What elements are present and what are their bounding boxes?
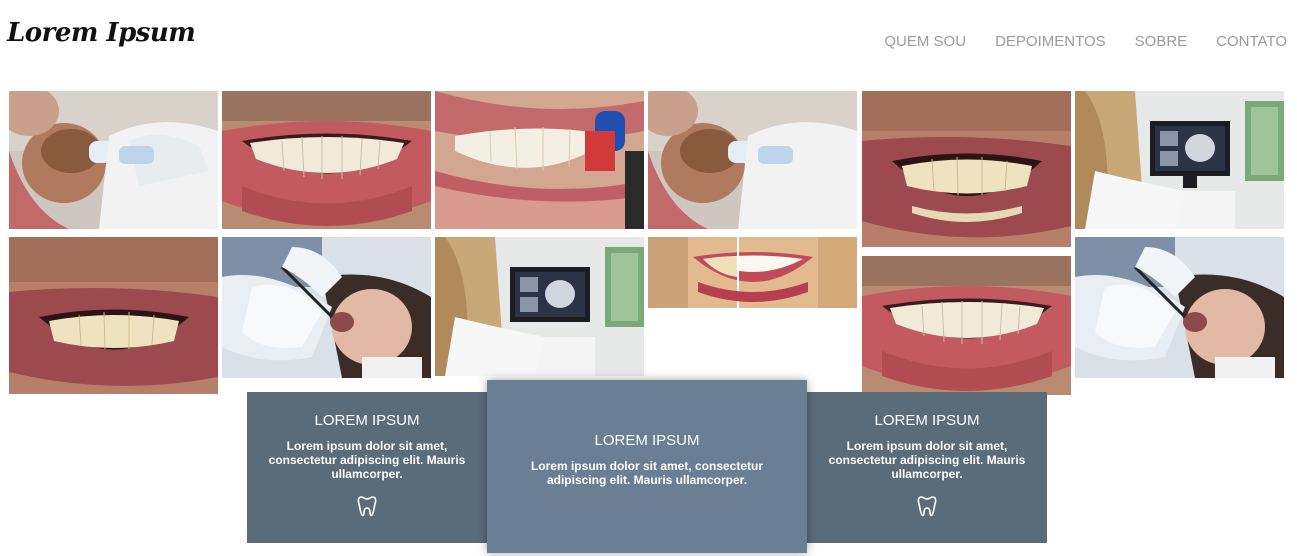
photo-xray-monitor-2[interactable] [435,237,644,376]
photo-child-dental-exam-2[interactable] [648,91,857,229]
photo-man-teeth-2[interactable] [9,237,218,394]
photo-child-dental-exam[interactable] [9,91,218,229]
card-title: LOREM IPSUM [594,432,700,449]
card-title: LOREM IPSUM [874,412,980,429]
photo-smile-teeth-2[interactable] [862,256,1071,395]
photo-xray-monitor[interactable] [1075,91,1284,229]
tooth-icon [807,495,1047,517]
feature-card-right: LOREM IPSUM Lorem ipsum dolor sit amet, … [807,392,1047,543]
card-title: LOREM IPSUM [314,412,420,429]
photo-smile-teeth[interactable] [222,91,431,229]
photo-dentist-patient-2[interactable] [1075,237,1284,378]
tooth-icon [247,495,487,517]
photo-dentist-patient[interactable] [222,237,431,378]
card-text: Lorem ipsum dolor sit amet, consectetur … [828,439,1026,481]
feature-card-center: LOREM IPSUM Lorem ipsum dolor sit amet, … [487,380,807,553]
card-text: Lorem ipsum dolor sit amet, consectetur … [268,439,466,481]
photo-man-teeth[interactable] [862,91,1071,247]
feature-card-left: LOREM IPSUM Lorem ipsum dolor sit amet, … [247,392,487,543]
photo-whitening-comparison[interactable] [648,237,857,308]
photo-gallery [0,0,1297,400]
photo-toothbrush-lips[interactable] [435,91,644,229]
card-text: Lorem ipsum dolor sit amet, consectetur … [530,459,764,487]
